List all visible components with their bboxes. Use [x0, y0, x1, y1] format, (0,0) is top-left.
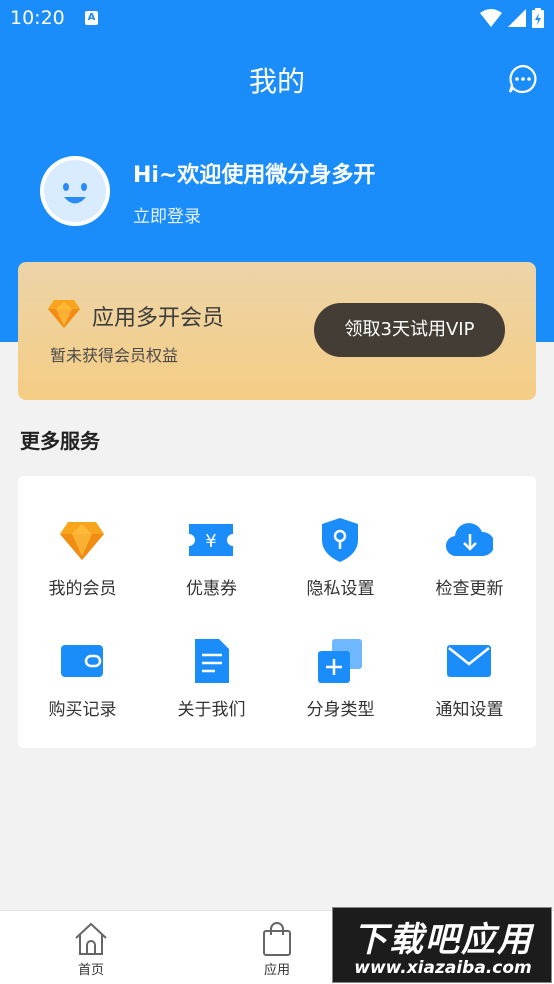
battery-icon	[532, 8, 544, 28]
watermark-title: 下载吧应用	[353, 920, 533, 960]
service-label: 我的会员	[48, 579, 117, 599]
service-label: 关于我们	[177, 700, 246, 720]
home-icon	[75, 922, 107, 955]
service-label: 检查更新	[435, 579, 504, 599]
service-about[interactable]: 关于我们	[147, 597, 276, 720]
tab-label: 首页	[77, 963, 104, 978]
bag-icon	[263, 922, 291, 956]
coupon-icon: ¥	[189, 524, 233, 556]
vip-subtitle: 暂未获得会员权益	[50, 346, 179, 365]
page-title: 我的	[248, 65, 305, 98]
wifi-icon	[480, 9, 502, 27]
message-icon[interactable]	[508, 64, 538, 94]
shield-icon	[322, 518, 358, 562]
tab-label: 应用	[263, 963, 290, 978]
status-indicators	[480, 8, 544, 28]
watermark: 下载吧应用 www.xiazaiba.com	[332, 907, 552, 983]
service-my-vip[interactable]: 我的会员	[18, 476, 147, 599]
vip-trial-button[interactable]: 领取3天试用VIP	[314, 303, 505, 357]
service-purchase-history[interactable]: 购买记录	[18, 597, 147, 720]
tab-apps[interactable]: 应用	[227, 911, 327, 984]
mail-icon	[447, 645, 491, 677]
service-label: 优惠券	[186, 579, 237, 599]
service-label: 通知设置	[435, 700, 504, 720]
welcome-text: Hi~欢迎使用微分身多开	[133, 163, 376, 188]
diamond-icon	[48, 300, 80, 328]
section-title: 更多服务	[20, 429, 100, 453]
watermark-url: www.xiazaiba.com	[354, 958, 532, 978]
diamond-icon	[60, 522, 104, 560]
service-label: 隐私设置	[306, 579, 375, 599]
cloud-download-icon	[446, 523, 493, 557]
login-link[interactable]: 立即登录	[133, 202, 201, 227]
avatar[interactable]	[40, 156, 110, 226]
service-label: 购买记录	[48, 700, 117, 720]
svg-text:¥: ¥	[205, 531, 216, 552]
service-update[interactable]: 检查更新	[405, 476, 534, 599]
service-privacy[interactable]: 隐私设置	[276, 476, 405, 599]
status-time: 10:20	[10, 7, 65, 29]
document-icon	[195, 639, 229, 683]
notification-icon: A	[85, 11, 98, 25]
tab-home[interactable]: 首页	[41, 911, 141, 984]
service-label: 分身类型	[306, 700, 375, 720]
service-clone-type[interactable]: 分身类型	[276, 597, 405, 720]
status-bar: 10:20 A	[0, 0, 554, 38]
add-copy-icon	[318, 639, 362, 683]
vip-title: 应用多开会员	[92, 306, 225, 331]
smiley-face-icon	[44, 160, 106, 222]
service-coupon[interactable]: ¥ 优惠券	[147, 476, 276, 599]
service-notification[interactable]: 通知设置	[405, 597, 534, 720]
vip-card[interactable]: 应用多开会员 暂未获得会员权益 领取3天试用VIP	[18, 262, 536, 400]
wallet-icon	[61, 645, 103, 677]
signal-icon	[508, 9, 526, 27]
services-grid: 我的会员 ¥ 优惠券 隐私设置 检查更新 购买记录 关于我们 分身类型 通知设置	[18, 476, 536, 748]
